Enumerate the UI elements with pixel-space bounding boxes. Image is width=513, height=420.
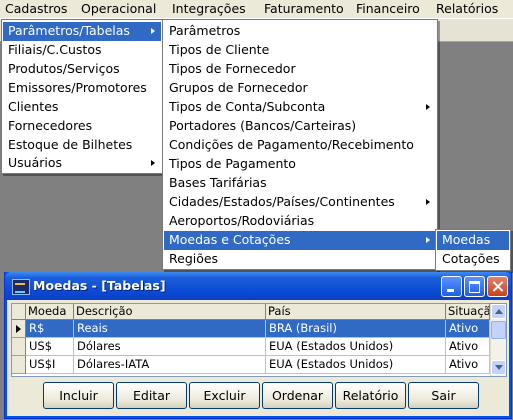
submenu-arrow-icon xyxy=(426,237,430,243)
cell-pais[interactable]: BRA (Brasil) xyxy=(266,320,446,338)
scroll-down-icon[interactable] xyxy=(491,360,506,375)
excluir-button[interactable]: Excluir xyxy=(189,382,260,409)
column-header-situacao[interactable]: Situação xyxy=(446,304,490,320)
grid-indicator-header xyxy=(12,304,26,320)
menu-relatorios[interactable]: Relatórios xyxy=(436,1,498,17)
menu-item-bases-tarifarias[interactable]: Bases Tarifárias xyxy=(164,174,436,193)
moedas-grid[interactable]: Moeda Descrição País Situação R$ Reais B… xyxy=(11,303,507,377)
window-titlebar[interactable]: Moedas - [Tabelas] xyxy=(5,272,511,300)
menu-item-estoque-bilhetes[interactable]: Estoque de Bilhetes xyxy=(3,136,161,155)
cell-descricao[interactable]: Reais xyxy=(74,320,266,338)
minimize-icon[interactable] xyxy=(441,276,462,297)
menu-item-condicoes-pagamento[interactable]: Condições de Pagamento/Recebimento xyxy=(164,136,436,155)
menu-item-tipos-fornecedor[interactable]: Tipos de Fornecedor xyxy=(164,60,436,79)
menu-integracoes[interactable]: Integrações xyxy=(172,1,246,17)
maximize-icon[interactable] xyxy=(464,276,485,297)
cell-moeda[interactable]: US$I xyxy=(26,356,74,374)
parametros-tabelas-menu: Parâmetros Tipos de Cliente Tipos de For… xyxy=(162,19,438,270)
cell-descricao[interactable]: Dólares-IATA xyxy=(74,356,266,374)
menu-item-emissores[interactable]: Emissores/Promotores xyxy=(3,79,161,98)
menu-item-grupos-fornecedor[interactable]: Grupos de Fornecedor xyxy=(164,79,436,98)
scroll-thumb[interactable] xyxy=(491,321,506,339)
moedas-window: Moedas - [Tabelas] Moeda Descrição País … xyxy=(4,272,512,419)
menu-item-tipos-pagamento[interactable]: Tipos de Pagamento xyxy=(164,155,436,174)
scroll-up-icon[interactable] xyxy=(491,304,506,319)
row-indicator xyxy=(12,356,26,374)
menu-item-moedas[interactable]: Moedas xyxy=(437,231,509,250)
current-row-pointer-icon xyxy=(16,325,21,333)
column-header-descricao[interactable]: Descrição xyxy=(74,304,266,320)
menu-item-cidades-estados[interactable]: Cidades/Estados/Países/Continentes xyxy=(164,193,436,212)
menu-item-regioes[interactable]: Regiões xyxy=(164,250,436,269)
ordenar-button[interactable]: Ordenar xyxy=(262,382,333,409)
menu-item-tipos-cliente[interactable]: Tipos de Cliente xyxy=(164,41,436,60)
submenu-arrow-icon xyxy=(151,160,155,166)
menu-financeiro[interactable]: Financeiro xyxy=(356,1,420,17)
incluir-button[interactable]: Incluir xyxy=(43,382,114,409)
menubar: Cadastros Operacional Integrações Fatura… xyxy=(0,0,513,19)
menu-item-filiais[interactable]: Filiais/C.Custos xyxy=(3,41,161,60)
menu-item-parametros-tabelas[interactable]: Parâmetros/Tabelas xyxy=(3,22,161,41)
submenu-arrow-icon xyxy=(151,28,155,34)
row-indicator xyxy=(12,320,26,338)
menu-item-tipos-conta[interactable]: Tipos de Conta/Subconta xyxy=(164,98,436,117)
menu-item-usuarios[interactable]: Usuários xyxy=(3,154,161,173)
app-icon xyxy=(12,279,30,295)
column-header-moeda[interactable]: Moeda xyxy=(26,304,74,320)
column-header-pais[interactable]: País xyxy=(266,304,446,320)
cell-situacao[interactable]: Ativo xyxy=(446,356,490,374)
sair-button[interactable]: Sair xyxy=(408,382,479,409)
menu-cadastros[interactable]: Cadastros xyxy=(5,1,67,17)
editar-button[interactable]: Editar xyxy=(116,382,187,409)
relatorio-button[interactable]: Relatório xyxy=(335,382,406,409)
cell-descricao[interactable]: Dólares xyxy=(74,338,266,356)
submenu-arrow-icon xyxy=(426,199,430,205)
grid-vertical-scrollbar[interactable] xyxy=(490,304,506,376)
row-indicator xyxy=(12,338,26,356)
cell-pais[interactable]: EUA (Estados Unidos) xyxy=(266,338,446,356)
close-icon[interactable] xyxy=(487,276,508,297)
cell-pais[interactable]: EUA (Estados Unidos) xyxy=(266,356,446,374)
cell-situacao[interactable]: Ativo xyxy=(446,338,490,356)
menu-item-moedas-cotacoes[interactable]: Moedas e Cotações xyxy=(164,231,436,250)
menu-item-aeroportos[interactable]: Aeroportos/Rodoviárias xyxy=(164,212,436,231)
window-title: Moedas - [Tabelas] xyxy=(33,278,166,293)
menu-item-fornecedores[interactable]: Fornecedores xyxy=(3,117,161,136)
menu-item-cotacoes[interactable]: Cotações xyxy=(437,250,509,269)
menu-faturamento[interactable]: Faturamento xyxy=(264,1,344,17)
cell-situacao[interactable]: Ativo xyxy=(446,320,490,338)
cadastros-menu: Parâmetros/Tabelas Filiais/C.Custos Prod… xyxy=(1,19,163,174)
menu-item-parametros[interactable]: Parâmetros xyxy=(164,22,436,41)
moedas-cotacoes-menu: Moedas Cotações xyxy=(435,229,511,271)
cell-moeda[interactable]: US$ xyxy=(26,338,74,356)
menu-item-produtos[interactable]: Produtos/Serviços xyxy=(3,60,161,79)
submenu-arrow-icon xyxy=(426,104,430,110)
cell-moeda[interactable]: R$ xyxy=(26,320,74,338)
menu-operacional[interactable]: Operacional xyxy=(81,1,156,17)
menu-item-clientes[interactable]: Clientes xyxy=(3,98,161,117)
menu-item-portadores[interactable]: Portadores (Bancos/Carteiras) xyxy=(164,117,436,136)
